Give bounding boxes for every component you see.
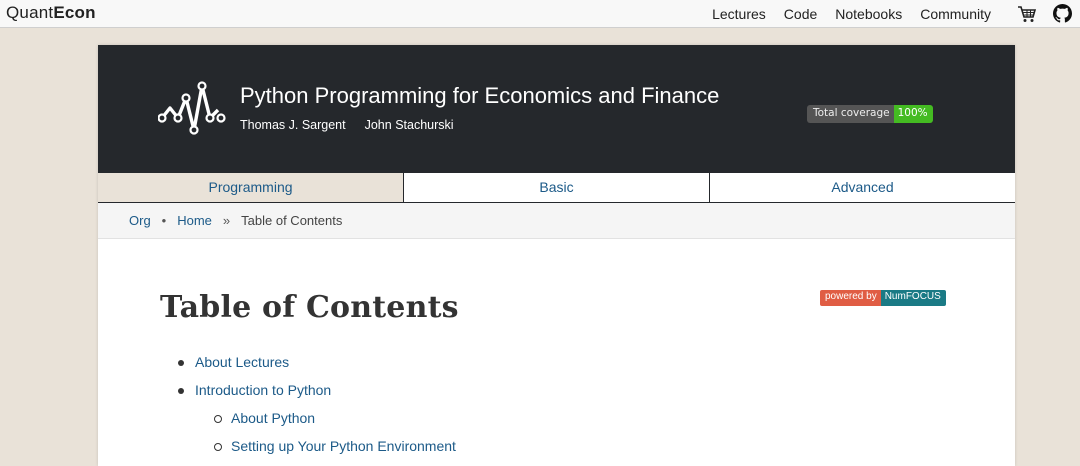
brand-part-2: Econ	[53, 3, 96, 22]
toc-link-about-python[interactable]: About Python	[231, 410, 315, 426]
page-title: Table of Contents	[160, 290, 459, 325]
author-stachurski: John Stachurski	[364, 118, 454, 132]
github-icon[interactable]	[1053, 4, 1072, 23]
toc-link-introduction-to-python[interactable]: Introduction to Python	[195, 382, 331, 398]
author-sargent: Thomas J. Sargent	[240, 118, 346, 132]
toc-subitem: Setting up Your Python Environment	[195, 436, 456, 464]
cart-icon[interactable]	[1017, 5, 1037, 23]
breadcrumb: Org • Home » Table of Contents	[98, 203, 1015, 239]
numfocus-badge-right: NumFOCUS	[880, 290, 946, 306]
toc-link-about-lectures[interactable]: About Lectures	[195, 354, 289, 370]
tab-programming[interactable]: Programming	[98, 173, 404, 202]
top-navbar: QuantEcon Lectures Code Notebooks Commun…	[0, 0, 1080, 28]
site-header: Python Programming for Economics and Fin…	[98, 45, 1015, 173]
breadcrumb-separator: •	[161, 213, 167, 228]
toc-subitem: About Python	[195, 408, 456, 436]
coverage-badge: Total coverage 100%	[807, 105, 933, 123]
breadcrumb-org-link[interactable]: Org	[129, 213, 151, 228]
site-title[interactable]: Python Programming for Economics and Fin…	[240, 83, 719, 109]
brand-part-1: Quant	[6, 3, 54, 22]
nav-notebooks-link[interactable]: Notebooks	[835, 6, 902, 22]
numfocus-badge[interactable]: powered by NumFOCUS	[820, 290, 946, 306]
toc-item: Introduction to Python	[178, 380, 456, 408]
numfocus-badge-left: powered by	[820, 290, 881, 306]
top-nav-links: Lectures Code Notebooks Community	[712, 6, 991, 22]
coverage-value: 100%	[893, 105, 933, 123]
breadcrumb-separator: »	[222, 213, 231, 228]
quantecon-brand[interactable]: QuantEcon	[6, 3, 96, 23]
breadcrumb-current: Table of Contents	[241, 213, 343, 228]
tab-basic[interactable]: Basic	[404, 173, 710, 202]
toc-item: About Lectures	[178, 352, 456, 380]
nav-lectures-link[interactable]: Lectures	[712, 6, 766, 22]
breadcrumb-home-link[interactable]: Home	[177, 213, 212, 228]
lecture-tabs: Programming Basic Advanced	[98, 173, 1015, 203]
table-of-contents: About Lectures Introduction to Python Ab…	[178, 352, 456, 464]
nav-community-link[interactable]: Community	[920, 6, 991, 22]
toc-link-setting-up-environment[interactable]: Setting up Your Python Environment	[231, 438, 456, 454]
nav-code-link[interactable]: Code	[784, 6, 817, 22]
quantecon-logo[interactable]	[158, 80, 226, 138]
tab-advanced[interactable]: Advanced	[710, 173, 1015, 202]
coverage-label: Total coverage	[807, 105, 894, 123]
authors: Thomas J. Sargent John Stachurski	[240, 118, 454, 132]
